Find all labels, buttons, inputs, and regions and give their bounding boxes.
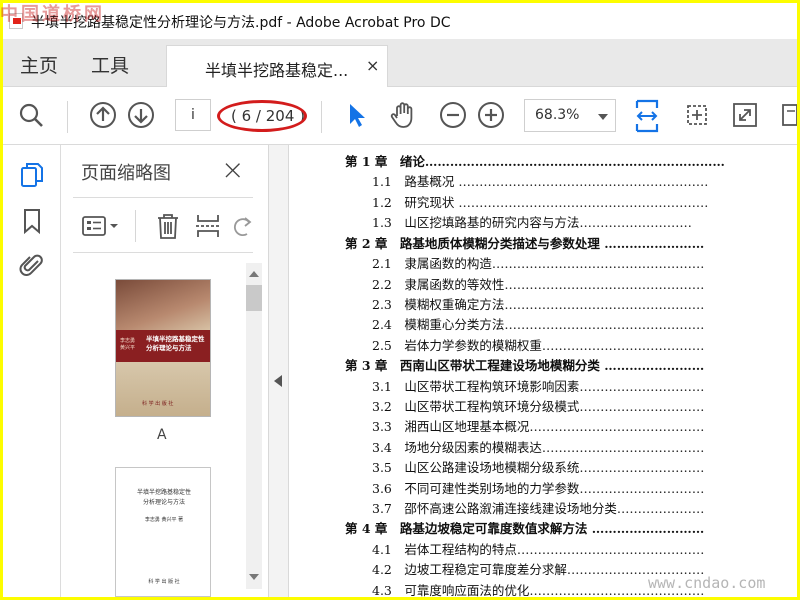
toc-section[interactable]: 1.3 山区挖填路基的研究内容与方法………………………: [372, 212, 692, 231]
page-thumbnail-title[interactable]: 半填半挖路基稳定性 分析理论与方法 李志勇 黄兴平 著 科 学 出 版 社: [115, 467, 211, 597]
tab-close-icon[interactable]: ×: [366, 56, 379, 75]
title-bar: 半填半挖路基稳定性分析理论与方法.pdf - Adobe Acrobat Pro…: [3, 3, 797, 39]
document-view: 第 1 章 绪论……………………………………………………………… 1.1 路基概…: [290, 145, 797, 597]
title-page-publisher: 科 学 出 版 社: [148, 579, 180, 585]
cover-ground: [116, 362, 210, 416]
scrollbar-thumb[interactable]: [246, 285, 262, 311]
options-menu-icon[interactable]: [81, 212, 121, 240]
cover-title-band: 李志勇 黄兴平 半填半挖路基稳定性 分析理论与方法: [116, 330, 210, 362]
panel-collapse-strip[interactable]: [269, 145, 289, 597]
site-watermark: 中国道桥网: [0, 4, 105, 25]
red-annotation-oval: [217, 100, 307, 132]
page-number-input[interactable]: i: [175, 99, 211, 131]
cover-publisher: 科 学 出 版 社: [142, 401, 174, 407]
toc-section[interactable]: 2.3 模糊权重确定方法…………………………………………: [372, 294, 704, 313]
tab-bar: 主页 工具 半填半挖路基稳定... ×: [3, 39, 797, 88]
scroll-down-icon[interactable]: [249, 574, 259, 580]
toc-section[interactable]: 3.1 山区带状工程构筑环境影响因素…………………………: [372, 376, 704, 395]
toc-section[interactable]: 1.2 研究现状 ……………………………………………………: [372, 192, 708, 211]
navigation-rail: [3, 145, 61, 597]
main-toolbar: i ( 6 / 204 ) 68.3%: [3, 87, 797, 145]
tab-document[interactable]: 半填半挖路基稳定... ×: [166, 45, 388, 88]
tab-tools[interactable]: 工具: [91, 51, 129, 78]
zoom-in-icon[interactable]: [477, 101, 505, 129]
toc-chapter[interactable]: 第 4 章 路基边坡稳定可靠度数值求解方法 ………………………: [345, 518, 704, 537]
more-tools-icon[interactable]: [777, 101, 797, 129]
extract-pages-icon[interactable]: [193, 212, 223, 240]
title-page-line2: 分析理论与方法: [142, 499, 185, 506]
toc-section[interactable]: 3.7 邵怀高速公路溆浦连接线建设场地分类…………………: [372, 498, 704, 517]
zoom-out-icon[interactable]: [439, 101, 467, 129]
previous-page-icon[interactable]: [89, 101, 117, 129]
next-page-icon[interactable]: [127, 101, 155, 129]
tab-home[interactable]: 主页: [20, 51, 58, 78]
trash-icon[interactable]: [153, 212, 183, 240]
page-label: A: [157, 427, 167, 443]
toolbar-separator: [67, 101, 68, 133]
tab-document-label: 半填半挖路基稳定...: [205, 61, 349, 80]
fit-width-icon[interactable]: [633, 99, 661, 133]
toc-chapter[interactable]: 第 3 章 西南山区带状工程建设场地模糊分类 ……………………: [345, 355, 704, 374]
toc-section[interactable]: 2.2 隶属函数的等效性…………………………………………: [372, 274, 704, 293]
toolbar-separator: [135, 210, 136, 242]
acrobat-window: 半填半挖路基稳定性分析理论与方法.pdf - Adobe Acrobat Pro…: [3, 3, 797, 597]
page-thumbnails-icon[interactable]: [18, 161, 46, 189]
toc-section[interactable]: 2.4 模糊重心分类方法…………………………………………: [372, 314, 704, 333]
cover-title: 半填半挖路基稳定性 分析理论与方法: [146, 335, 205, 352]
panel-title: 页面缩略图: [81, 163, 171, 184]
toc-section[interactable]: 3.6 不同可建性类别场地的力学参数…………………………: [372, 478, 704, 497]
cover-photo: [116, 280, 210, 332]
toc-chapter[interactable]: 第 1 章 绪论………………………………………………………………: [345, 151, 725, 170]
title-page-line1: 半填半挖路基稳定性: [136, 489, 191, 496]
toc-section[interactable]: 3.2 山区带状工程构筑环境分级模式…………………………: [372, 396, 704, 415]
attachment-icon[interactable]: [18, 251, 46, 279]
toc-section[interactable]: 2.1 隶属函数的构造……………………………………………: [372, 253, 704, 272]
thumbnails-toolbar: [73, 197, 253, 253]
select-cursor-icon[interactable]: [343, 101, 371, 129]
page-thumbnail-cover[interactable]: 李志勇 黄兴平 半填半挖路基稳定性 分析理论与方法 科 学 出 版 社: [115, 279, 211, 417]
site-watermark-url: www.cndao.com: [648, 574, 766, 592]
toc-section[interactable]: 3.4 场地分级因素的模糊表达…………………………………: [372, 437, 704, 456]
cover-authors: 李志勇 黄兴平: [120, 338, 136, 351]
bookmark-icon[interactable]: [18, 207, 46, 235]
toc-section[interactable]: 3.5 山区公路建设场地模糊分级系统…………………………: [372, 457, 704, 476]
search-icon[interactable]: [17, 101, 45, 129]
page-thumbnails-panel: 页面缩略图 × 李志勇 黄兴平 半填半挖路基稳定性 分析理论与方法 科 学 出 …: [61, 145, 269, 597]
toolbar-separator: [321, 101, 322, 133]
toc-section[interactable]: 1.1 路基概况 ……………………………………………………: [372, 171, 708, 190]
title-page-authors: 李志勇 黄兴平 著: [144, 517, 184, 523]
toc-section[interactable]: 4.1 岩体工程结构的特点………………………………………: [372, 539, 704, 558]
zoom-value: 68.3%: [535, 107, 580, 123]
toc-chapter[interactable]: 第 2 章 路基地质体模糊分类描述与参数处理 ……………………: [345, 233, 704, 252]
scroll-up-icon[interactable]: [249, 271, 259, 277]
full-screen-icon[interactable]: [731, 101, 759, 129]
toc-section[interactable]: 3.3 湘西山区地理基本概况……………………………………: [372, 416, 704, 435]
chevron-left-icon[interactable]: [274, 375, 282, 387]
rotate-page-icon[interactable]: [231, 212, 253, 240]
hand-tool-icon[interactable]: [389, 101, 417, 129]
thumbnails-scrollbar[interactable]: [246, 263, 262, 589]
rotate-view-icon[interactable]: [683, 101, 711, 129]
close-icon[interactable]: ×: [221, 153, 244, 186]
zoom-dropdown[interactable]: 68.3%: [524, 99, 616, 132]
chevron-down-icon: [598, 114, 608, 120]
toc-section[interactable]: 2.5 岩体力学参数的模糊权重…………………………………: [372, 335, 704, 354]
